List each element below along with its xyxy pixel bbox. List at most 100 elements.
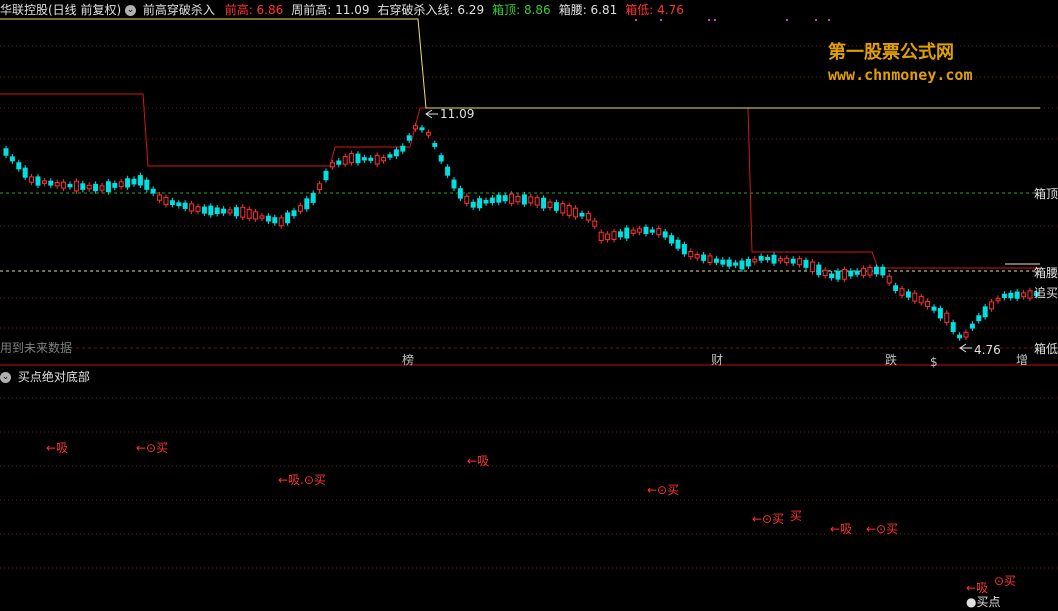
candle-body bbox=[733, 262, 739, 266]
candle-body bbox=[637, 228, 643, 233]
candle-body bbox=[841, 268, 847, 280]
candle-body bbox=[233, 207, 239, 217]
signal-absorb: ←吸 bbox=[46, 441, 69, 455]
candle-body bbox=[214, 207, 220, 215]
candle-body bbox=[329, 162, 335, 168]
candle-body bbox=[253, 211, 259, 220]
chevron-down-icon[interactable]: ⌄ bbox=[125, 5, 137, 16]
candle-body bbox=[35, 176, 41, 186]
candle-body bbox=[534, 197, 540, 206]
candle-body bbox=[112, 183, 118, 188]
header-item-value: 6.29 bbox=[453, 3, 485, 17]
candle-body bbox=[310, 192, 316, 203]
candle-body bbox=[617, 231, 623, 238]
candle-body bbox=[1001, 293, 1007, 298]
candle-body bbox=[1014, 291, 1020, 299]
candle-body bbox=[157, 194, 163, 201]
candle-body bbox=[944, 312, 950, 324]
marker-increase[interactable]: 增 bbox=[1016, 351, 1028, 368]
candle-body bbox=[758, 255, 764, 261]
signal-buy-small: 买 bbox=[790, 509, 803, 523]
candle-body bbox=[176, 202, 182, 207]
top-marker-dots bbox=[635, 19, 830, 21]
header-bar: 华联控股(日线 前复权) ⌄ 前高穿破杀入 前高: 6.86 周前高: 11.09… bbox=[0, 2, 692, 18]
candle-body bbox=[361, 157, 367, 161]
candle-body bbox=[643, 226, 649, 235]
candle-body bbox=[707, 255, 713, 263]
candle-body bbox=[182, 202, 188, 209]
candlestick-series bbox=[3, 122, 1039, 341]
candle-body bbox=[969, 323, 975, 329]
candle-body bbox=[624, 227, 630, 239]
chevron-down-icon[interactable]: ⌄ bbox=[0, 372, 11, 383]
candle-body bbox=[73, 180, 79, 192]
sub-chart-title[interactable]: 买点绝对底部 bbox=[18, 370, 90, 384]
signal-buy: ←⊙买 bbox=[136, 441, 169, 455]
candle-body bbox=[765, 256, 771, 261]
candle-body bbox=[201, 206, 207, 214]
candle-body bbox=[259, 215, 265, 219]
candle-body bbox=[630, 229, 636, 234]
candle-body bbox=[745, 259, 751, 267]
candle-body bbox=[649, 229, 655, 233]
candle-body bbox=[995, 297, 1001, 302]
candle-body bbox=[54, 182, 60, 187]
signal-buy: ←⊙买 bbox=[866, 522, 899, 536]
header-item-label: 箱低: bbox=[625, 3, 654, 17]
candle-body bbox=[41, 180, 47, 184]
candle-body bbox=[105, 181, 111, 193]
marker-fall[interactable]: 跌 bbox=[885, 351, 897, 368]
candle-body bbox=[829, 273, 835, 279]
candle-body bbox=[515, 195, 521, 203]
candle-body bbox=[886, 275, 892, 284]
header-item-value: 4.76 bbox=[653, 3, 684, 17]
indicator-name[interactable]: 前高穿破杀入 bbox=[143, 3, 215, 17]
candle-body bbox=[822, 269, 828, 276]
candle-body bbox=[93, 183, 99, 192]
candle-body bbox=[425, 131, 431, 136]
candle-body bbox=[912, 292, 918, 302]
signal-absorb-buy: ←吸.⊙买 bbox=[278, 473, 326, 487]
candle-body bbox=[989, 301, 995, 310]
candle-body bbox=[131, 178, 137, 185]
candle-body bbox=[445, 166, 451, 176]
candle-body bbox=[854, 270, 860, 275]
candle-body bbox=[950, 322, 956, 333]
candle-body bbox=[48, 180, 54, 186]
candle-body bbox=[982, 306, 988, 318]
marker-finance[interactable]: 财 bbox=[711, 351, 723, 368]
candle-body bbox=[163, 196, 169, 206]
signal-buy: ←⊙买 bbox=[752, 512, 785, 526]
candle-body bbox=[195, 206, 201, 212]
candle-body bbox=[566, 204, 572, 216]
candle-body bbox=[304, 198, 310, 210]
candle-body bbox=[726, 259, 732, 267]
candle-body bbox=[835, 270, 841, 280]
candle-body bbox=[675, 239, 681, 249]
candle-body bbox=[393, 149, 399, 157]
candle-body bbox=[848, 270, 854, 277]
candle-body bbox=[931, 306, 937, 311]
candle-body bbox=[413, 125, 419, 130]
candle-body bbox=[227, 209, 233, 214]
candle-body bbox=[99, 185, 105, 191]
candle-body bbox=[438, 155, 444, 162]
candle-body bbox=[355, 153, 361, 164]
watermark-title: 第一股票公式网 bbox=[828, 42, 954, 63]
signal-buy: ⊙买 bbox=[994, 574, 1017, 588]
candle-body bbox=[752, 258, 758, 263]
signal-absorb: ←吸 bbox=[830, 522, 853, 536]
candle-body bbox=[470, 201, 476, 208]
header-item-value: 8.86 bbox=[520, 3, 551, 17]
candle-body bbox=[957, 334, 963, 339]
candle-body bbox=[918, 296, 924, 304]
candle-body bbox=[432, 143, 438, 147]
marker-bang[interactable]: 榜 bbox=[402, 351, 414, 368]
candle-body bbox=[451, 179, 457, 189]
sub-indicator-chart[interactable] bbox=[0, 367, 1058, 611]
box-low-label: 箱低 bbox=[1033, 342, 1058, 356]
candle-body bbox=[272, 217, 278, 224]
candle-body bbox=[1008, 292, 1014, 299]
candle-body bbox=[976, 315, 982, 322]
header-values: 前高: 6.86 周前高: 11.09 右穿破杀入线: 6.29 箱顶: 8.86 箱腰… bbox=[225, 3, 692, 17]
